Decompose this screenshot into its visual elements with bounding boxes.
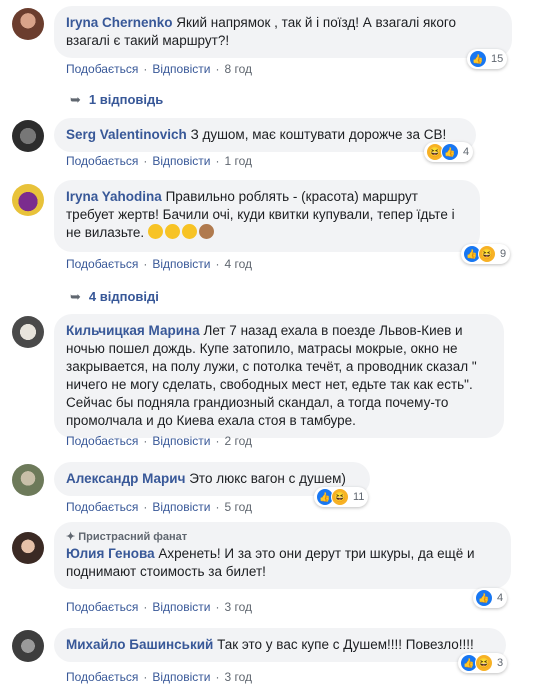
comment-bubble: Iryna Yahodina Правильно роблять - (крас… [54,180,480,252]
comment-actions: Подобається · Відповісти · 3 год [66,600,252,614]
reply-button[interactable]: Відповісти [152,257,210,271]
reply-button[interactable]: Відповісти [152,62,210,76]
timestamp[interactable]: 5 год [224,500,252,514]
comment-text: Это люкс вагон с душем) [189,471,346,486]
like-button[interactable]: Подобається [66,154,138,168]
reply-arrow-icon: ➥ [70,92,81,107]
like-button[interactable]: Подобається [66,434,138,448]
comment-text: З душом, має коштувати дорожче за СВ! [190,127,447,142]
reaction-count: 11 [353,491,365,503]
comment-author[interactable]: Юлия Генова [66,546,155,561]
timestamp[interactable]: 1 год [224,154,252,168]
comment-text: Так это у вас купе с Душем!!!! Повезло!!… [217,637,474,652]
timestamp[interactable]: 3 год [224,600,252,614]
comment-bubble: Михайло Башинський Так это у вас купе с … [54,628,506,662]
face-with-tears-of-joy-icon [181,224,197,239]
comment-author[interactable]: Александр Марич [66,471,185,486]
like-button[interactable]: Подобається [66,670,138,684]
reply-button[interactable]: Відповісти [152,154,210,168]
reaction-summary[interactable]: 👍 😆 3 [458,653,508,673]
reaction-summary[interactable]: 👍 15 [467,49,508,69]
comment-actions: Подобається · Відповісти · 5 год [66,500,252,514]
comment-text: Лет 7 назад ехала в поезде Львов-Киев и … [66,323,477,428]
haha-icon: 😆 [331,488,349,506]
reaction-summary[interactable]: 👍 😆 9 [461,244,511,264]
comment-actions: Подобається · Відповісти · 4 год [66,257,252,271]
like-button[interactable]: Подобається [66,257,138,271]
comment-bubble: Кильчицкая Марина Лет 7 назад ехала в по… [54,314,504,438]
view-replies-link[interactable]: ➥ 4 відповіді [70,289,159,305]
see-no-evil-monkey-icon [198,224,214,239]
timestamp[interactable]: 8 год [224,62,252,76]
like-icon: 👍 [469,50,487,68]
avatar[interactable] [12,316,44,348]
reaction-summary[interactable]: 👍 😆 11 [314,487,369,507]
like-icon: 👍 [441,143,459,161]
reaction-count: 15 [491,53,504,65]
avatar[interactable] [12,184,44,216]
reply-button[interactable]: Відповісти [152,500,210,514]
like-icon: 👍 [475,589,493,607]
avatar[interactable] [12,8,44,40]
comment-actions: Подобається · Відповісти · 8 год [66,62,252,76]
reply-arrow-icon: ➥ [70,289,81,304]
comment-actions: Подобається · Відповісти · 3 год [66,670,252,684]
comment-bubble: Iryna Chernenko Який напрямок , так й і … [54,6,512,58]
comment-bubble: Serg Valentinovich З душом, має коштуват… [54,118,476,152]
comment-actions: Подобається · Відповісти · 1 год [66,154,252,168]
like-button[interactable]: Подобається [66,600,138,614]
reaction-count: 9 [500,248,507,260]
comment-author[interactable]: Михайло Башинський [66,637,213,652]
view-replies-link[interactable]: ➥ 1 відповідь [70,92,163,108]
emoji-row [147,224,216,240]
like-button[interactable]: Подобається [66,500,138,514]
like-button[interactable]: Подобається [66,62,138,76]
avatar[interactable] [12,464,44,496]
top-fan-badge: ✦ Пристрасний фанат [66,531,188,543]
avatar[interactable] [12,532,44,564]
comment-bubble: ✦ Пристрасний фанат Юлия Генова Ахренеть!… [54,522,511,589]
reply-button[interactable]: Відповісти [152,600,210,614]
reaction-count: 3 [497,657,504,669]
timestamp[interactable]: 4 год [224,257,252,271]
face-with-tears-of-joy-icon [147,224,163,239]
comment-author[interactable]: Iryna Yahodina [66,189,162,204]
reaction-summary[interactable]: 👍 4 [473,588,508,608]
reaction-count: 4 [497,592,504,604]
comment-author[interactable]: Serg Valentinovich [66,127,187,142]
avatar[interactable] [12,120,44,152]
timestamp[interactable]: 2 год [224,434,252,448]
avatar[interactable] [12,630,44,662]
comment-actions: Подобається · Відповісти · 2 год [66,434,252,448]
reply-button[interactable]: Відповісти [152,434,210,448]
face-with-tears-of-joy-icon [164,224,180,239]
reaction-summary[interactable]: 😆 👍 4 [424,142,474,162]
reaction-count: 4 [463,146,470,158]
timestamp[interactable]: 3 год [224,670,252,684]
comment-author[interactable]: Iryna Chernenko [66,15,173,30]
comment-author[interactable]: Кильчицкая Марина [66,323,200,338]
haha-icon: 😆 [475,654,493,672]
badge-star-icon: ✦ [66,531,76,543]
reply-button[interactable]: Відповісти [152,670,210,684]
haha-icon: 😆 [478,245,496,263]
